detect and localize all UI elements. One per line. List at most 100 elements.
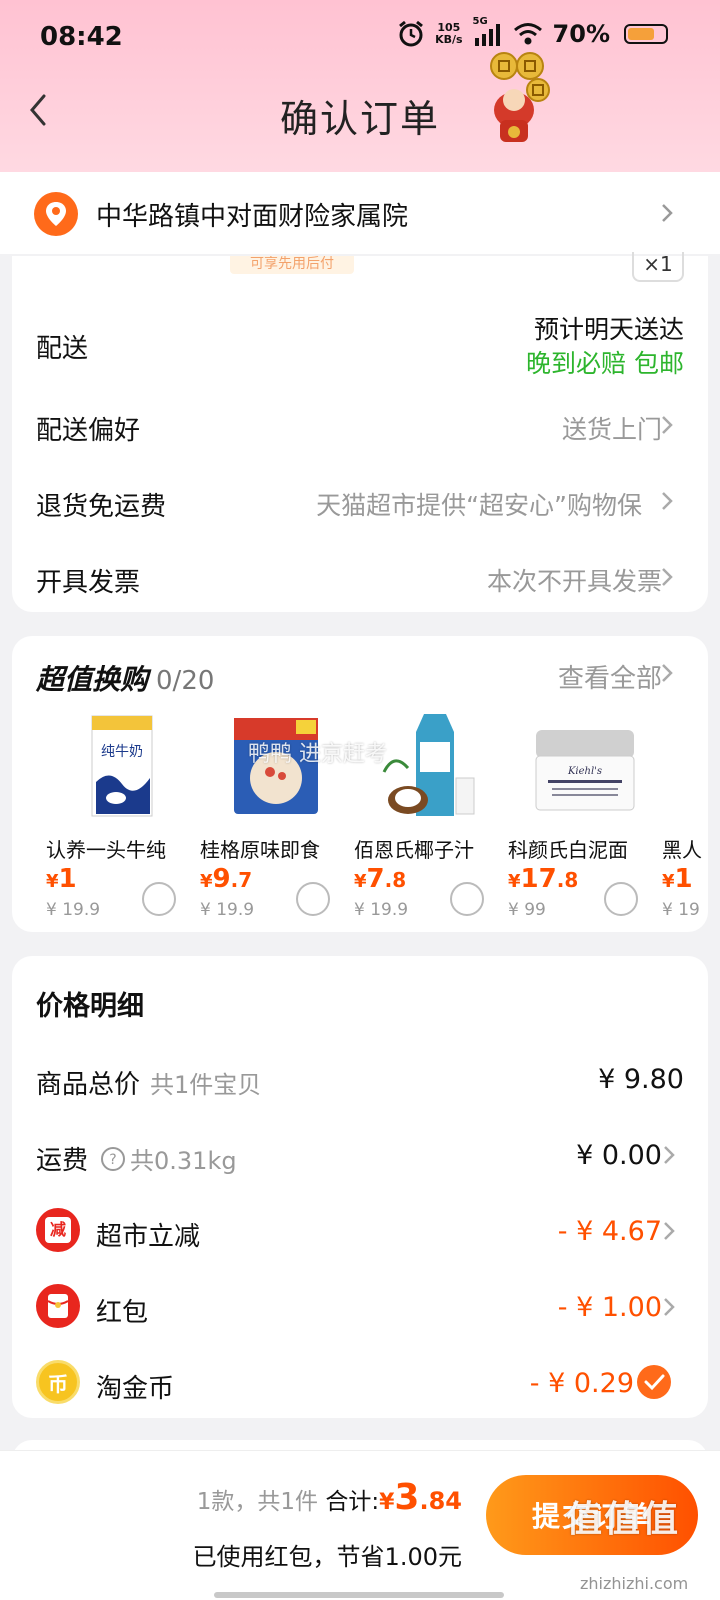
deals-header: 超值换购 0/20 <box>36 658 214 698</box>
deal-item[interactable]: 纯牛奶 认养一头牛纯 ¥1 ¥ 19.9 <box>46 712 196 922</box>
deal-currency: ¥ <box>354 871 367 892</box>
supermarket-discount-label: 超市立减 <box>96 1222 201 1252</box>
quantity-box: ×1 <box>632 252 684 282</box>
deal-price-int: 7 <box>366 864 385 894</box>
deal-select-radio[interactable] <box>604 882 638 916</box>
invoice-value: 本次不开具发票 <box>486 567 662 596</box>
savings-text: 已使用红包，节省1.00元 <box>192 1543 462 1571</box>
svg-text:?: ? <box>109 1152 116 1168</box>
chevron-right-icon <box>662 204 673 222</box>
deal-select-radio[interactable] <box>296 882 330 916</box>
return-shipping-value: 天猫超市提供“超安心”购物保 <box>316 491 642 520</box>
page-title: 确认订单 <box>279 97 440 141</box>
deal-currency: ¥ <box>46 871 59 892</box>
deal-select-radio[interactable] <box>450 882 484 916</box>
deal-item-original-price: ¥ 19.9 <box>46 900 101 920</box>
help-circle-icon[interactable]: ? <box>100 1146 126 1172</box>
delivery-eta: 预计明天送达 <box>533 315 684 344</box>
svg-text:Kiehl's: Kiehl's <box>567 766 602 777</box>
red-packet-value: - ¥ 1.00 <box>557 1292 662 1323</box>
freight-label: 运费 ? 共0.31kg <box>36 1140 237 1177</box>
checked-circle-icon[interactable] <box>636 1364 672 1400</box>
deal-price-int: 9 <box>212 864 231 894</box>
deals-title: 超值换购 <box>36 663 149 696</box>
watermark-text: 鸭鸭 进京赶考 <box>248 742 387 767</box>
net-speed-unit: KB/s <box>435 33 463 46</box>
deal-currency: ¥ <box>200 871 213 892</box>
wifi-icon <box>513 23 542 45</box>
discount-icon: 减 <box>36 1208 80 1252</box>
chevron-right-icon <box>662 492 673 510</box>
deal-item-name: 佰恩氏椰子汁 <box>354 838 474 862</box>
deal-currency: ¥ <box>662 871 675 892</box>
invoice-label: 开具发票 <box>36 568 141 598</box>
milk-carton-image: 纯牛奶 <box>91 715 153 817</box>
deal-price-int: 1 <box>674 864 693 894</box>
net-speed: 105 KB/s <box>435 22 462 46</box>
deal-select-radio[interactable] <box>142 882 176 916</box>
chevron-right-icon <box>662 416 673 434</box>
coconut-juice-image <box>382 714 475 816</box>
total-currency: ¥ <box>379 1490 395 1515</box>
price-detail-card: 价格明细 商品总价 共1件宝贝 ¥ 9.80 运费 ? 共0.31kg ¥ 0.0… <box>12 956 708 1418</box>
clay-mask-jar-image: Kiehl's <box>535 730 635 811</box>
chevron-right-icon <box>664 1298 675 1316</box>
shipping-card: 可享先用后付 ×1 配送 预计明天送达 晚到必赔 包邮 配送偏好 送货上门 退货… <box>12 252 708 612</box>
deal-item-price: ¥7.8 <box>354 864 406 894</box>
fortune-mascot-icon <box>490 52 550 142</box>
battery-icon <box>624 24 668 44</box>
delivery-label: 配送 <box>36 334 89 364</box>
network-type: 5G <box>472 16 488 27</box>
exchange-deals-card: 超值换购 0/20 查看全部 纯牛奶 认养一头牛纯 ¥1 ¥ 19.9 桂格原味… <box>12 636 708 932</box>
alarm-icon <box>399 20 423 47</box>
deal-item[interactable]: Kiehl's 科颜氏白泥面 ¥17.8 ¥ 99 <box>508 712 658 922</box>
deal-item-original-price: ¥ 19 <box>662 900 700 920</box>
goods-total-value: ¥ 9.80 <box>598 1064 684 1095</box>
deal-price-dec: .8 <box>384 868 407 892</box>
goods-total-label: 商品总价 共1件宝贝 <box>36 1064 261 1101</box>
deal-item-name: 科颜氏白泥面 <box>508 838 628 862</box>
deal-item-name: 认养一头牛纯 <box>46 838 166 862</box>
status-bar: 08:42 105 KB/s 5G 70% <box>0 0 720 72</box>
goods-count: 共1件宝贝 <box>150 1071 262 1099</box>
deals-count: 0/20 <box>156 666 215 696</box>
price-detail-title: 价格明细 <box>36 991 144 1022</box>
status-icons: 105 KB/s 5G 70% <box>397 16 668 48</box>
deal-currency: ¥ <box>508 871 521 892</box>
home-indicator[interactable] <box>214 1592 504 1598</box>
cellular-signal-icon: 5G <box>473 16 503 48</box>
delivery-preference-label: 配送偏好 <box>36 416 141 446</box>
site-watermark: 值值值 <box>566 1499 681 1540</box>
deal-item-price: ¥1 <box>46 864 77 894</box>
supermarket-discount-value: - ¥ 4.67 <box>557 1216 662 1247</box>
address-bar[interactable]: 中华路镇中对面财险家属院 <box>0 172 720 254</box>
deal-item-price: ¥9.7 <box>200 864 252 894</box>
coin-icon-text: 币 <box>48 1371 68 1396</box>
total-dec: .84 <box>419 1487 462 1515</box>
deal-item-original-price: ¥ 19.9 <box>354 900 409 920</box>
discount-icon-text: 减 <box>45 1217 71 1243</box>
freight-weight: 共0.31kg <box>130 1147 237 1175</box>
deal-item-original-price: ¥ 99 <box>508 900 546 920</box>
deal-price-dec: .7 <box>230 868 253 892</box>
delivery-preference-value: 送货上门 <box>561 415 662 444</box>
freight-value: ¥ 0.00 <box>576 1140 662 1171</box>
order-summary: 1款，共1件 合计:¥3.84 <box>197 1477 462 1518</box>
total-int: 3 <box>394 1477 420 1518</box>
deal-item-price: ¥17.8 <box>508 864 578 894</box>
header: 08:42 105 KB/s 5G 70% 确认订单 <box>0 0 720 172</box>
site-watermark-url: zhizhizhi.com <box>580 1574 689 1593</box>
address-text: 中华路镇中对面财险家属院 <box>96 202 409 232</box>
view-all-link[interactable]: 查看全部 <box>558 658 662 695</box>
deal-price-int: 1 <box>58 864 77 894</box>
freight-label-text: 运费 <box>36 1146 89 1176</box>
total-amount: ¥3.84 <box>379 1477 462 1518</box>
battery-percent: 70% <box>552 20 610 48</box>
taobao-coin-value: - ¥ 0.29 <box>529 1368 634 1399</box>
red-packet-label: 红包 <box>96 1298 149 1328</box>
deal-item-price: ¥1 <box>662 864 693 894</box>
pay-later-tag: 可享先用后付 <box>230 256 354 274</box>
deal-item[interactable]: 黑人 ¥1 ¥ 19 <box>662 712 708 922</box>
taobao-coin-label: 淘金币 <box>96 1374 175 1404</box>
deal-item-name: 桂格原味即食 <box>200 838 320 862</box>
